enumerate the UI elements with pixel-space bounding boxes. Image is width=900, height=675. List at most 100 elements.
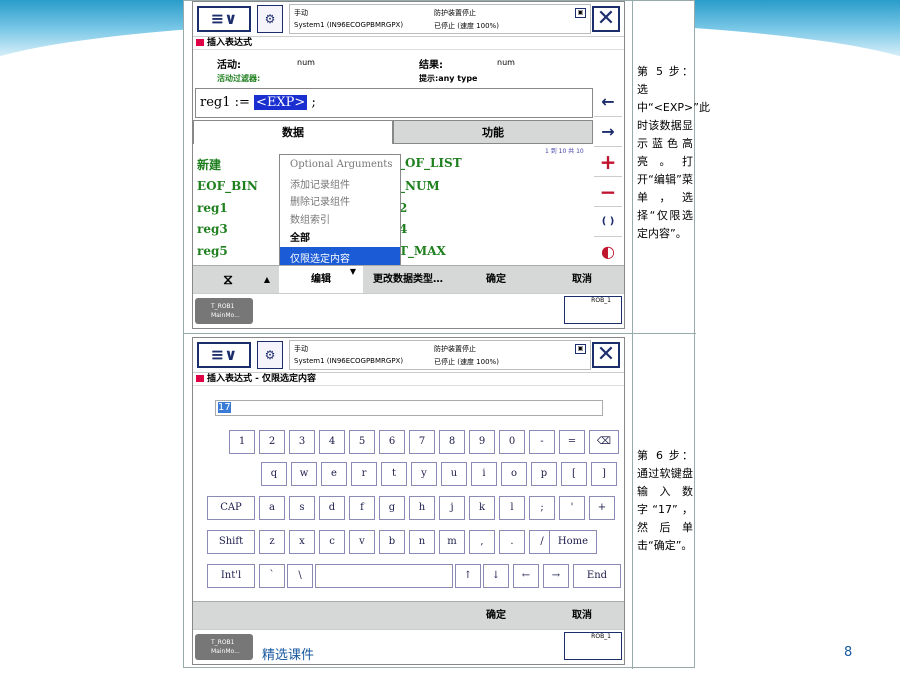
- key-r[interactable]: r: [351, 462, 377, 486]
- home-key[interactable]: Home: [549, 530, 597, 554]
- menu-item-array-index[interactable]: 数组索引: [290, 211, 330, 226]
- key-n[interactable]: n: [409, 530, 435, 554]
- key-v[interactable]: v: [349, 530, 375, 554]
- key-,[interactable]: ,: [469, 530, 495, 554]
- key-a[interactable]: a: [259, 496, 285, 520]
- key-1[interactable]: 2: [259, 430, 285, 454]
- data-item[interactable]: reg1: [197, 201, 228, 215]
- key-j[interactable]: j: [439, 496, 465, 520]
- filter-link[interactable]: 活动过滤器:: [217, 73, 260, 84]
- data-item-new[interactable]: 新建: [197, 156, 221, 173]
- up-arrow-icon[interactable]: ▲: [257, 266, 277, 294]
- data-item[interactable]: _OF_LIST: [399, 156, 462, 170]
- shift-key[interactable]: Shift: [207, 530, 255, 554]
- key-e[interactable]: e: [321, 462, 347, 486]
- key-5[interactable]: 6: [379, 430, 405, 454]
- data-item[interactable]: reg5: [197, 244, 228, 258]
- key-m[interactable]: m: [439, 530, 465, 554]
- key-g[interactable]: g: [379, 496, 405, 520]
- subtract-button[interactable]: −: [594, 178, 622, 207]
- data-item[interactable]: reg3: [197, 222, 228, 236]
- key-d[interactable]: d: [319, 496, 345, 520]
- task-button[interactable]: T_ROB1 MainMo...: [195, 298, 253, 324]
- toggle-button[interactable]: ◐: [594, 238, 622, 267]
- close-button[interactable]: ✕: [592, 6, 620, 32]
- main-menu-button[interactable]: ≡∨: [197, 342, 251, 368]
- key-s[interactable]: s: [289, 496, 315, 520]
- key-+[interactable]: +: [589, 496, 615, 520]
- key-9[interactable]: 0: [499, 430, 525, 454]
- key-k[interactable]: k: [469, 496, 495, 520]
- arrow-left-key[interactable]: ←: [513, 564, 539, 588]
- robot-status-icon[interactable]: ROB_1: [564, 632, 622, 660]
- key-][interactable]: ]: [591, 462, 617, 486]
- space-key[interactable]: [315, 564, 453, 588]
- key-'[interactable]: ': [559, 496, 585, 520]
- data-item[interactable]: EOF_BIN: [197, 179, 258, 193]
- key-11[interactable]: =: [559, 430, 585, 454]
- add-button[interactable]: +: [594, 148, 622, 177]
- key-0[interactable]: 1: [229, 430, 255, 454]
- key-x[interactable]: x: [289, 530, 315, 554]
- key-o[interactable]: o: [501, 462, 527, 486]
- key-backtick[interactable]: `: [259, 564, 285, 588]
- key-2[interactable]: 3: [289, 430, 315, 454]
- key-4[interactable]: 5: [349, 430, 375, 454]
- arrow-up-key[interactable]: ↑: [455, 564, 481, 588]
- data-item[interactable]: _NUM: [399, 179, 440, 193]
- key-[[interactable]: [: [561, 462, 587, 486]
- key-8[interactable]: 9: [469, 430, 495, 454]
- tab-function[interactable]: 功能: [393, 120, 593, 144]
- menu-item-delete-record[interactable]: 删除记录组件: [290, 193, 350, 208]
- expression-field[interactable]: reg1 := <EXP> ;: [195, 88, 593, 118]
- close-button[interactable]: ✕: [592, 342, 620, 368]
- key-p[interactable]: p: [531, 462, 557, 486]
- arrow-left-button[interactable]: ←: [594, 88, 622, 117]
- key-h[interactable]: h: [409, 496, 435, 520]
- key-b[interactable]: b: [379, 530, 405, 554]
- program-editor-icon[interactable]: ⚙: [257, 341, 283, 369]
- key-;[interactable]: ;: [529, 496, 555, 520]
- key-w[interactable]: w: [291, 462, 317, 486]
- end-key[interactable]: End: [573, 564, 621, 588]
- menu-item-add-record[interactable]: 添加记录组件: [290, 176, 350, 191]
- main-menu-button[interactable]: ≡∨: [197, 6, 251, 32]
- tab-data[interactable]: 数据: [193, 120, 393, 144]
- arrow-down-key[interactable]: ↓: [483, 564, 509, 588]
- key-6[interactable]: 7: [409, 430, 435, 454]
- parentheses-button[interactable]: ( ): [594, 208, 622, 237]
- ok-button[interactable]: 确定: [453, 266, 539, 294]
- backspace-key[interactable]: ⌫: [589, 430, 619, 454]
- menu-item-optional-arguments[interactable]: Optional Arguments: [290, 159, 392, 170]
- caps-key[interactable]: CAP: [207, 496, 255, 520]
- key-u[interactable]: u: [441, 462, 467, 486]
- cancel-button[interactable]: 取消: [539, 266, 624, 294]
- arrow-right-key[interactable]: →: [543, 564, 569, 588]
- change-type-button[interactable]: 更改数据类型…: [365, 266, 451, 294]
- arrow-right-button[interactable]: →: [594, 118, 622, 147]
- task-button[interactable]: T_ROB1 MainMo...: [195, 634, 253, 660]
- data-item[interactable]: T_MAX: [399, 244, 446, 258]
- key-l[interactable]: l: [499, 496, 525, 520]
- key-backslash[interactable]: \: [287, 564, 313, 588]
- menu-item-selected-only[interactable]: 仅限选定内容: [290, 250, 350, 265]
- key-10[interactable]: -: [529, 430, 555, 454]
- filter-icon[interactable]: ⧖: [213, 266, 243, 294]
- key-c[interactable]: c: [319, 530, 345, 554]
- key-q[interactable]: q: [261, 462, 287, 486]
- key-i[interactable]: i: [471, 462, 497, 486]
- cancel-button[interactable]: 取消: [539, 602, 624, 630]
- robot-status-icon[interactable]: ROB_1: [564, 296, 622, 324]
- expr-selected-token[interactable]: <EXP>: [254, 95, 308, 110]
- menu-item-all[interactable]: 全部: [290, 229, 310, 244]
- key-.[interactable]: .: [499, 530, 525, 554]
- key-7[interactable]: 8: [439, 430, 465, 454]
- keyboard-input-field[interactable]: 17: [215, 400, 603, 416]
- program-editor-icon[interactable]: ⚙: [257, 5, 283, 33]
- key-t[interactable]: t: [381, 462, 407, 486]
- ok-button[interactable]: 确定: [453, 602, 539, 630]
- key-3[interactable]: 4: [319, 430, 345, 454]
- key-z[interactable]: z: [259, 530, 285, 554]
- intl-key[interactable]: Int'l: [207, 564, 255, 588]
- key-y[interactable]: y: [411, 462, 437, 486]
